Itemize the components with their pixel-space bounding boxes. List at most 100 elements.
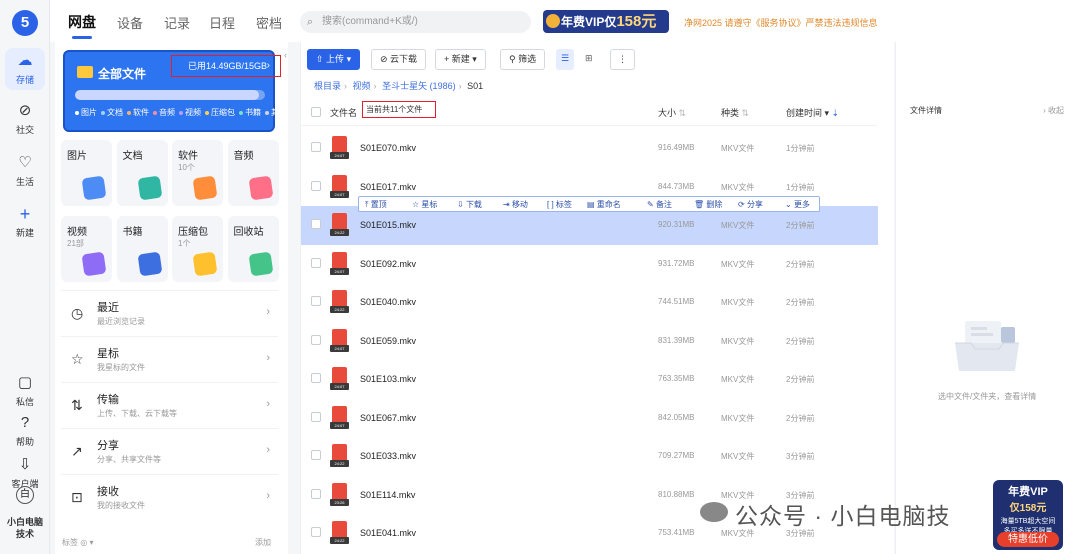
menu-item-star[interactable]: ☆ 星标 我星标的文件 › <box>61 336 278 382</box>
breadcrumb: 根目录 › 视频 › 圣斗士星矢 (1986) › S01 <box>314 79 483 92</box>
cloud-download-button[interactable]: ⊘ 云下载 <box>371 49 427 70</box>
table-row[interactable]: 24:22 S01E040.mkv 744.51MB MKV文件 2分钟前 <box>301 283 877 322</box>
grid-view-icon[interactable]: ⊞ <box>580 49 598 70</box>
menu-item-transfer[interactable]: ⇅ 传输 上传、下载、云下载等 › <box>61 382 278 428</box>
row-checkbox[interactable] <box>311 180 321 191</box>
storage-usage[interactable]: 已用14.49GB/15GB › <box>171 55 281 77</box>
action-rename[interactable]: ▤ 重命名 <box>587 199 621 210</box>
all-files-card[interactable]: 全部文件 已用14.49GB/15GB › 图片 文档 软件 音频 视频 压缩包 书籍 其他 <box>63 50 287 132</box>
share-icon: ↗ <box>71 443 83 459</box>
tab-devices[interactable]: 设备 <box>117 13 143 32</box>
legend-item: 视频 <box>179 108 203 117</box>
app-logo[interactable]: 5 <box>12 10 38 36</box>
policy-notice[interactable]: 净网2025 请遵守《服务协议》严禁违法违规信息 <box>684 16 878 29</box>
list-view-icon[interactable]: ☰ <box>556 49 575 70</box>
table-row[interactable]: 24:07 S01E092.mkv 931.72MB MKV文件 2分钟前 <box>301 245 877 284</box>
action-pin[interactable]: ⤒ 置顶 <box>365 199 387 210</box>
avatar[interactable]: 白 <box>16 486 34 504</box>
table-row[interactable]: 24:07 S01E067.mkv 842.05MB MKV文件 2分钟前 <box>301 399 877 438</box>
breadcrumb-root[interactable]: 根目录 <box>314 81 341 91</box>
column-name[interactable]: 文件名 <box>330 106 357 119</box>
tags-label[interactable]: 标签 <box>62 538 78 547</box>
tab-vault[interactable]: 密档 <box>256 13 282 32</box>
category-video[interactable]: 视频 21部 <box>61 216 112 282</box>
column-size[interactable]: 大小 ⇅ <box>658 106 686 119</box>
action-star[interactable]: ☆ 星标 <box>412 199 437 210</box>
new-button[interactable]: + 新建 ▾ <box>435 49 486 70</box>
video-file-icon: 23:26 <box>330 482 349 506</box>
action-tag[interactable]: [ ] 标签 <box>547 199 572 210</box>
legend-dot <box>265 110 269 115</box>
select-all-checkbox[interactable] <box>311 107 321 117</box>
vip-banner[interactable]: 年费VIP仅158元 <box>543 10 669 33</box>
medal-icon <box>546 14 560 28</box>
empty-state-illustration <box>955 321 1019 371</box>
row-checkbox[interactable] <box>311 334 321 345</box>
discount-button[interactable]: 特惠低价 <box>997 532 1059 547</box>
category-archive[interactable]: 压缩包 1个 <box>172 216 223 282</box>
tab-schedule[interactable]: 日程 <box>209 13 235 32</box>
category-trash[interactable]: 回收站 <box>227 216 279 282</box>
rail-item-help[interactable]: ? 帮助 <box>0 414 50 448</box>
breadcrumb-video[interactable]: 视频 <box>353 81 371 91</box>
action-move[interactable]: ⇥ 移动 <box>503 199 528 210</box>
video-file-icon: 24:07 <box>330 251 349 275</box>
menu-item-share[interactable]: ↗ 分享 分享、共享文件等 › <box>61 428 278 474</box>
menu-item-clock[interactable]: ◷ 最近 最近浏览记录 › <box>61 290 278 336</box>
action-share[interactable]: ⟳ 分享 <box>738 199 763 210</box>
row-checkbox[interactable] <box>311 296 321 306</box>
vip-ad-badge[interactable]: 年费VIP 仅158元 海量5TB超大空间 多买多送不限量 特惠低价 <box>993 480 1063 550</box>
row-checkbox[interactable] <box>311 219 321 229</box>
category-image[interactable]: 图片 <box>61 140 112 206</box>
row-checkbox[interactable] <box>311 411 321 422</box>
add-tag-button[interactable]: 添加 <box>255 537 271 548</box>
book-icon <box>137 251 162 277</box>
filter-button[interactable]: ⚲ 筛选 <box>500 49 546 70</box>
file-list-panel: ⇧ 上传 ▾ ⊘ 云下载 + 新建 ▾ ⚲ 筛选 ☰ ⊞ ⋮ 根目录 › 视频 › … <box>300 42 894 554</box>
category-music[interactable]: 音频 <box>227 140 279 206</box>
category-document[interactable]: 文档 <box>116 140 168 206</box>
link-icon: ⊘ <box>380 54 391 64</box>
collapse-detail-button[interactable]: › 收起 <box>1043 105 1064 116</box>
table-row[interactable]: 24:07 S01E070.mkv 916.49MB MKV文件 1分钟前 <box>301 129 877 168</box>
rail-item-client[interactable]: ⇩ 客户端 <box>0 456 50 490</box>
rail-item-storage[interactable]: ☁ 存储 <box>5 48 45 90</box>
column-created[interactable]: 创建时间 ▾ ⇣ <box>786 106 839 119</box>
column-type[interactable]: 种类 ⇅ <box>721 106 749 119</box>
wechat-icon <box>700 502 728 522</box>
action-download[interactable]: ⇩ 下载 <box>457 199 482 210</box>
rail-item-social[interactable]: ⊘ 社交 <box>0 102 50 136</box>
action-delete[interactable]: 🗑 删除 <box>694 199 722 210</box>
move-icon: ⇥ <box>503 200 512 209</box>
video-file-icon: 24:07 <box>330 136 349 159</box>
menu-item-inbox[interactable]: ⊡ 接收 我的接收文件 › <box>61 474 278 520</box>
category-software[interactable]: 软件 10个 <box>172 140 223 206</box>
row-checkbox[interactable] <box>311 527 321 537</box>
breadcrumb-series[interactable]: 圣斗士星矢 (1986) <box>382 81 456 91</box>
user-name: 小白电脑技术 <box>6 517 43 539</box>
table-row[interactable]: 24:07 S01E059.mkv 831.39MB MKV文件 2分钟前 <box>301 322 877 361</box>
rail-item-life[interactable]: ♡ 生活 <box>0 154 50 188</box>
category-book[interactable]: 书籍 <box>116 216 168 282</box>
row-checkbox[interactable] <box>311 450 321 460</box>
row-checkbox[interactable] <box>311 142 321 152</box>
table-row[interactable]: 24:07 S01E103.mkv 763.35MB MKV文件 2分钟前 <box>301 360 877 399</box>
collapse-left-icon[interactable]: ‹ <box>284 50 292 64</box>
row-checkbox[interactable] <box>311 488 321 499</box>
video-file-icon: 24:22 <box>330 290 349 313</box>
tab-netdisk[interactable]: 网盘 <box>68 12 96 39</box>
row-checkbox[interactable] <box>311 257 321 268</box>
tab-records[interactable]: 记录 <box>164 13 190 32</box>
rail-item-messages[interactable]: ▢ 私信 <box>0 374 50 408</box>
upload-button[interactable]: ⇧ 上传 ▾ <box>307 49 361 70</box>
more-button[interactable]: ⋮ <box>610 49 635 70</box>
table-row[interactable]: 24:22 S01E033.mkv 709.27MB MKV文件 3分钟前 <box>301 437 877 476</box>
compass-icon: ⊘ <box>18 102 32 119</box>
row-checkbox[interactable] <box>311 373 321 383</box>
legend-dot <box>127 110 131 115</box>
video-file-icon: 24:07 <box>330 367 349 390</box>
rail-item-new[interactable]: + 新建 <box>0 205 50 239</box>
action-note[interactable]: ✎ 备注 <box>647 199 672 210</box>
search-input[interactable]: ⌕ 搜索(command+K或/) <box>300 11 531 33</box>
action-more[interactable]: ⌄ 更多 <box>785 199 810 210</box>
